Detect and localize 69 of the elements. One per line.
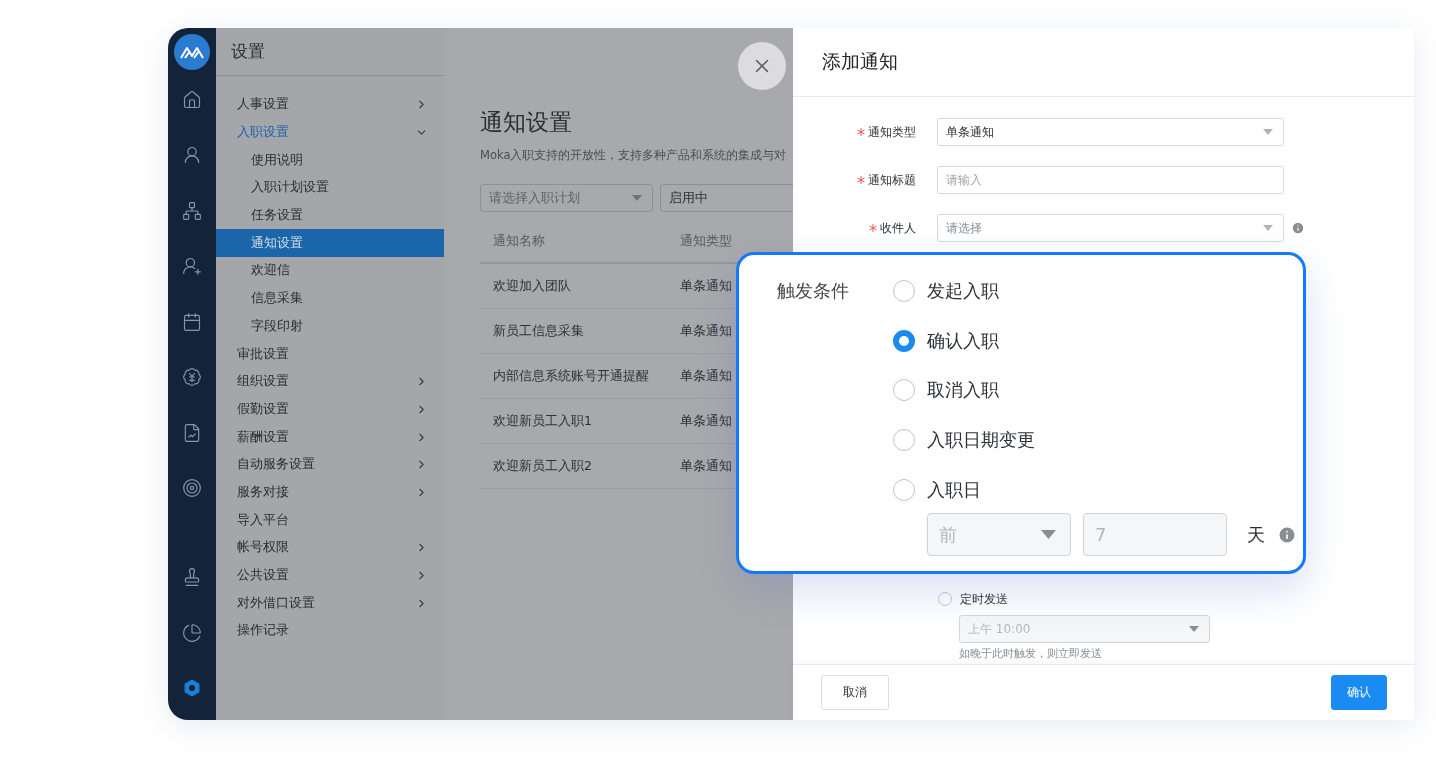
table-cell-text: 单条通知 xyxy=(679,277,733,295)
radio-option[interactable]: 发起入职 xyxy=(893,277,1297,327)
table-cell-text: 内部信息系统账号开通提醒 xyxy=(492,367,650,385)
menu-item[interactable]: 薪酬设置 xyxy=(216,423,444,451)
person-plus-icon[interactable] xyxy=(182,256,202,277)
submenu-item[interactable]: 任务设置 xyxy=(216,201,444,230)
submenu-item[interactable]: 信息采集 xyxy=(216,284,444,313)
calendar-icon[interactable] xyxy=(182,311,202,332)
select-field[interactable]: 单条通知 xyxy=(937,118,1284,146)
table-cell-text: 单条通知 xyxy=(679,457,733,475)
hint-text: 如晚于此时触发，则立即发送 xyxy=(959,647,1103,661)
field-label: 收件人 xyxy=(793,219,916,237)
person-icon[interactable] xyxy=(182,145,202,166)
submenu-item[interactable]: 通知设置 xyxy=(216,229,444,258)
menu-item[interactable]: 操作记录 xyxy=(216,617,444,645)
sidebar-title: 设置 xyxy=(231,40,265,63)
column-header: 通知类型 xyxy=(679,233,733,250)
column-header: 通知名称 xyxy=(492,233,546,250)
house-icon[interactable] xyxy=(182,89,202,110)
menu-item[interactable]: 服务对接 xyxy=(216,478,444,507)
dropdown-arrow-icon xyxy=(632,195,642,201)
target-icon[interactable] xyxy=(182,478,202,499)
menu-item[interactable]: 自动服务设置 xyxy=(216,450,444,479)
input-field[interactable]: 请输入 xyxy=(937,166,1284,194)
menu-item[interactable]: 假勤设置 xyxy=(216,395,444,424)
menu-item[interactable]: 帐号权限 xyxy=(216,534,444,562)
table-cell-text: 欢迎加入团队 xyxy=(492,277,572,295)
org-chart-icon[interactable] xyxy=(182,200,202,221)
radio-option[interactable]: 取消入职 xyxy=(893,376,1297,427)
field-label: 通知标题 xyxy=(793,171,916,189)
submenu-item[interactable]: 入职计划设置 xyxy=(216,174,444,202)
logo-icon xyxy=(174,34,210,70)
unit-label: 天 xyxy=(1247,522,1265,547)
chart-document-icon[interactable] xyxy=(182,422,202,443)
page-description: Moka入职支持的开放性，支持多种产品和系统的集成与对 xyxy=(480,148,788,163)
trigger-label: 触发条件 xyxy=(777,279,850,303)
table-cell-text: 欢迎新员工入职2 xyxy=(492,457,593,475)
menu-item[interactable]: 审批设置 xyxy=(216,340,444,368)
dropdown-arrow-icon xyxy=(1263,225,1273,231)
dropdown-arrow-icon xyxy=(1263,129,1273,135)
pie-chart-icon[interactable] xyxy=(182,622,202,643)
stamp-icon[interactable] xyxy=(182,567,202,588)
radio-option[interactable]: 确认入职 xyxy=(893,326,1297,377)
table-cell-text: 欢迎新员工入职1 xyxy=(492,412,593,430)
radio-option[interactable]: 定时发送 xyxy=(793,585,1414,613)
menu-item[interactable]: 公共设置 xyxy=(216,561,444,590)
menu-item[interactable]: 对外借口设置 xyxy=(216,589,444,618)
table-cell-text: 新员工信息采集 xyxy=(492,322,585,340)
table-cell-text: 单条通知 xyxy=(679,412,733,430)
table-cell-text: 单条通知 xyxy=(679,322,733,340)
field-label: 通知类型 xyxy=(793,123,916,141)
info-icon xyxy=(1277,524,1297,545)
dropdown-arrow-icon xyxy=(1041,530,1056,540)
submenu-item[interactable]: 欢迎信 xyxy=(216,257,444,285)
settings-icon[interactable] xyxy=(182,678,202,699)
page-title: 通知设置 xyxy=(480,108,573,136)
menu-item[interactable]: 导入平台 xyxy=(216,506,444,534)
select-field[interactable]: 请选择 xyxy=(937,214,1284,242)
dropdown-arrow-icon xyxy=(1189,626,1199,632)
yen-icon[interactable] xyxy=(182,367,202,388)
cancel-button[interactable]: 取消 xyxy=(821,675,889,710)
drawer-title: 添加通知 xyxy=(822,49,898,74)
radio-option[interactable]: 入职日期变更 xyxy=(893,426,1297,476)
submenu-item[interactable]: 字段印射 xyxy=(216,312,444,341)
submenu-item[interactable]: 使用说明 xyxy=(216,146,444,175)
table-cell-text: 单条通知 xyxy=(679,367,733,385)
confirm-button[interactable]: 确认 xyxy=(1331,675,1387,710)
menu-item[interactable]: 人事设置 xyxy=(216,91,444,119)
menu-item[interactable]: 组织设置 xyxy=(216,367,444,396)
